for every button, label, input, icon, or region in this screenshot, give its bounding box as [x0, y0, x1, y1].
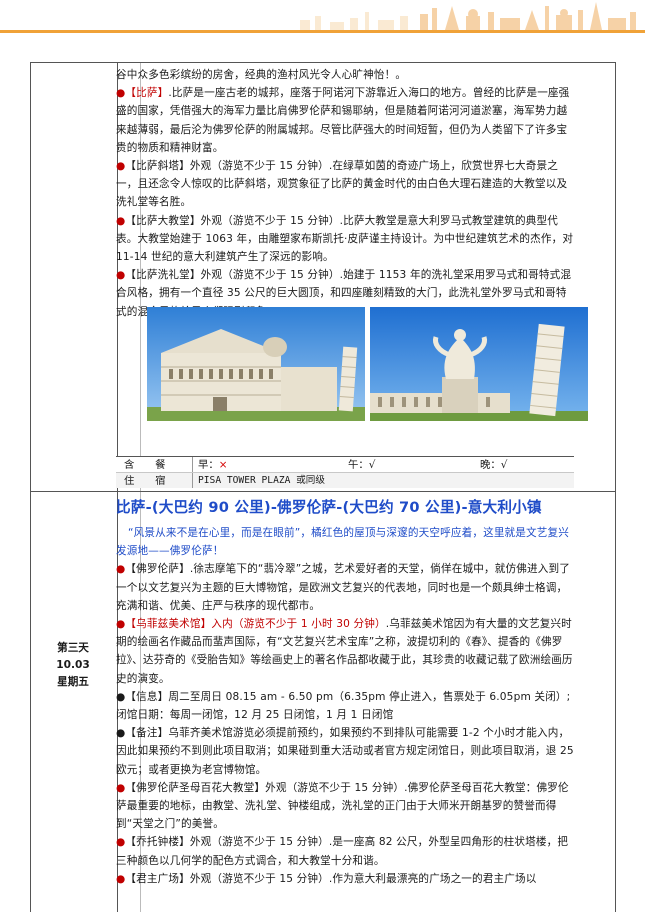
day-number: 第三天 [57, 642, 89, 654]
tower-paragraph: ●【比萨斜塔】外观（游览不少于 15 分钟）.在绿草如茵的奇迹广场上，欣赏世界七… [116, 157, 574, 212]
dinner-cell: 晚：√ [480, 457, 507, 473]
hotel-col-divider [192, 473, 193, 488]
day3-content: “风景从来不是在心里，而是在眼前”，橘红色的屋顶与深邃的天空呼应着，这里就是文艺… [116, 524, 574, 888]
info-text: 【信息】周二至周日 08.15 am - 6.50 pm（6.35pm 停止进入… [116, 690, 571, 722]
bullet-icon: ● [116, 87, 126, 100]
dinner-value: √ [500, 459, 508, 471]
bullet-icon: ● [116, 214, 126, 227]
duomo-tag: 【佛罗伦萨圣母百花大教堂】 [125, 781, 266, 794]
pisa-text: .比萨是一座古老的城邦，座落于阿诺河下游靠近入海口的地方。曾经的比萨是一座强盛的… [116, 87, 570, 154]
hotel-row: 住 宿 PISA TOWER PLAZA 或同级 [116, 472, 574, 488]
bullet-icon: ● [116, 781, 126, 794]
pisa-tower-statue-photo [370, 307, 588, 421]
meals-label: 含 餐 [124, 459, 166, 471]
pisa-paragraph: ●【比萨】.比萨是一座古老的城邦，座落于阿诺河下游靠近入海口的地方。曾经的比萨是… [116, 84, 574, 157]
note-paragraph: ●【备注】乌菲齐美术馆游览必须提前预约，如果预约不到排队可能需要 1-2 个小时… [116, 724, 574, 779]
bullet-icon: ● [116, 563, 126, 576]
tower-tag: 【比萨斜塔】 [125, 160, 190, 173]
table-row-divider [31, 491, 615, 492]
skyline-decoration [300, 2, 636, 30]
bullet-icon: ● [116, 690, 126, 703]
breakfast-label: 早： [198, 459, 219, 471]
hotel-label: 住 宿 [124, 475, 166, 487]
header-orange-band [0, 30, 645, 33]
breakfast-cell: 早：× [198, 457, 228, 473]
signoria-text: 外观（游览不少于 15 分钟）.作为意大利最漂亮的广场之一的君主广场以 [189, 872, 537, 885]
bullet-icon: ● [116, 618, 126, 631]
lunch-label: 午： [348, 459, 369, 471]
bullet-icon: ● [116, 269, 126, 282]
hotel-value: PISA TOWER PLAZA 或同级 [198, 475, 325, 486]
day2-content: 谷中众多色彩缤纷的房舍，经典的渔村风光令人心旷神怡！。 ●【比萨】.比萨是一座古… [116, 66, 574, 321]
baptistery-tag: 【比萨洗礼堂】 [125, 269, 201, 282]
day-date: 10.03 [56, 659, 90, 671]
lunch-cell: 午：√ [348, 457, 375, 473]
meals-col-divider [192, 457, 193, 472]
day-weekday: 星期五 [57, 676, 89, 688]
breakfast-value: × [218, 459, 228, 471]
cathedral-paragraph: ●【比萨大教堂】外观（游览不少于 15 分钟）.比萨大教堂是意大利罗马式教堂建筑… [116, 212, 574, 267]
dinner-label: 晚： [480, 459, 501, 471]
bullet-icon: ● [116, 727, 126, 740]
signoria-paragraph: ●【君主广场】外观（游览不少于 15 分钟）.作为意大利最漂亮的广场之一的君主广… [116, 870, 574, 888]
uffizi-paragraph: ●【乌菲兹美术馆】入内（游览不少于 1 小时 30 分钟）.乌菲兹美术馆因为有大… [116, 615, 574, 688]
note-text: 【备注】乌菲齐美术馆游览必须提前预约，如果预约不到排队可能需要 1-2 个小时才… [116, 727, 574, 776]
lunch-value: √ [368, 459, 376, 471]
page-header-banner [0, 0, 645, 42]
pisa-cathedral-photo [147, 307, 365, 421]
meals-row: 含 餐 早：× 午：√ 晚：√ [116, 456, 574, 472]
uffizi-tag: 【乌菲兹美术馆】入内（游览不少于 1 小时 30 分钟） [125, 618, 386, 631]
meals-hotel-table: 含 餐 早：× 午：√ 晚：√ 住 宿 PISA TOWER PLAZA 或同级 [116, 456, 574, 488]
signoria-tag: 【君主广场】 [125, 872, 190, 885]
florence-paragraph: ●【佛罗伦萨】.徐志摩笔下的“翡冷翠”之城，艺术爱好者的天堂，倘佯在城中，就仿佛… [116, 560, 574, 615]
day3-route-title: 比萨-(大巴约 90 公里)-佛罗伦萨-(大巴约 70 公里)-意大利小镇 [116, 499, 542, 516]
florence-tag: 【佛罗伦萨】 [125, 563, 190, 576]
info-paragraph: ●【信息】周二至周日 08.15 am - 6.50 pm（6.35pm 停止进… [116, 688, 574, 724]
giotto-tag: 【乔托钟楼】 [125, 836, 190, 849]
bullet-icon: ● [116, 872, 126, 885]
cinque-terre-tail: 谷中众多色彩缤纷的房舍，经典的渔村风光令人心旷神怡！。 [116, 69, 407, 81]
cathedral-tag: 【比萨大教堂】 [125, 214, 201, 227]
giotto-paragraph: ●【乔托钟楼】外观（游览不少于 15 分钟）.是一座高 82 公尺，外型呈四角形… [116, 833, 574, 869]
pisa-tag: 【比萨】 [125, 87, 169, 100]
florence-quote: “风景从来不是在心里，而是在眼前”，橘红色的屋顶与深邃的天空呼应着，这里就是文艺… [116, 527, 570, 558]
bullet-icon: ● [116, 836, 126, 849]
day3-label: 第三天 10.03 星期五 [30, 640, 116, 691]
duomo-paragraph: ●【佛罗伦萨圣母百花大教堂】外观（游览不少于 15 分钟）.佛罗伦萨圣母百花大教… [116, 779, 574, 834]
bullet-icon: ● [116, 160, 126, 173]
